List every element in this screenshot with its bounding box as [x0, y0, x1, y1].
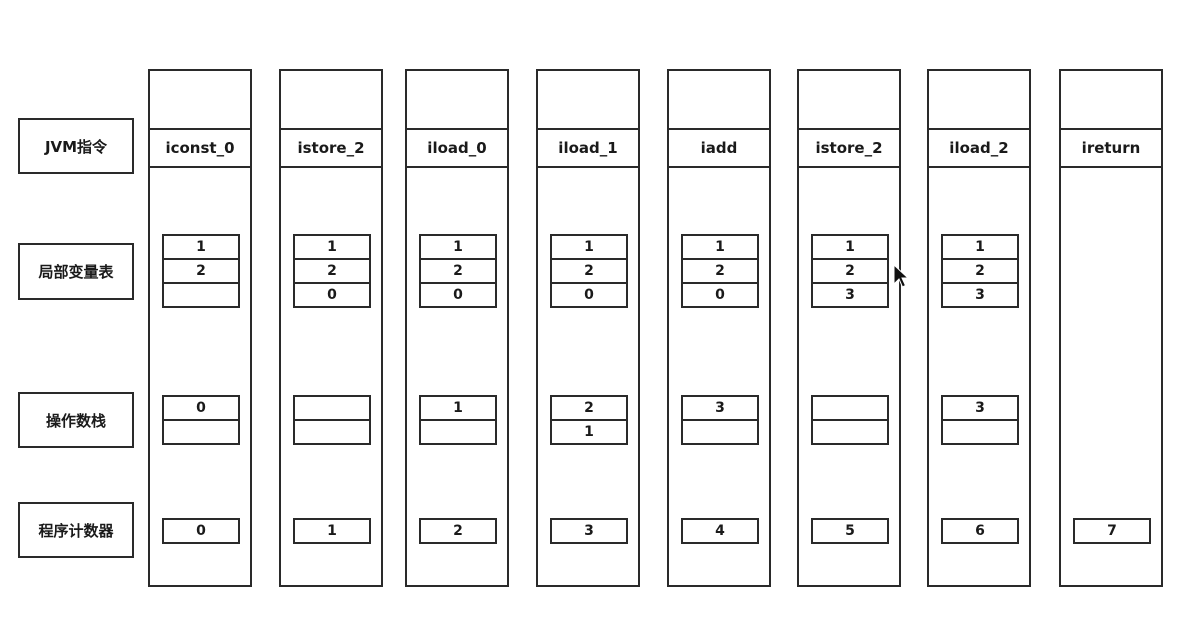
step-column: ireturn 7 — [1059, 69, 1163, 587]
local-variable-slot: 0 — [419, 282, 497, 308]
operand-stack: 21 — [550, 395, 628, 445]
operand-stack: 3 — [681, 395, 759, 445]
local-variable-table: 120 — [550, 234, 628, 308]
local-variable-table: 12 — [162, 234, 240, 308]
program-counter: 5 — [811, 518, 889, 544]
program-counter: 0 — [162, 518, 240, 544]
program-counter-value: 5 — [811, 518, 889, 544]
step-column: iload_2 1 2 3 3 6 — [927, 69, 1031, 587]
operand-stack — [293, 395, 371, 445]
operand-stack-slot — [811, 395, 889, 421]
label-jvm-instruction: JVM指令 — [18, 118, 134, 174]
operand-stack-slot — [681, 419, 759, 445]
operand-stack-slot: 3 — [941, 395, 1019, 421]
instruction-cell: iload_0 — [405, 128, 509, 168]
local-variable-slot: 1 — [550, 234, 628, 260]
local-variable-slot: 1 — [419, 234, 497, 260]
operand-stack-slot: 0 — [162, 395, 240, 421]
operand-stack-slot: 1 — [550, 419, 628, 445]
local-variable-slot: 2 — [550, 258, 628, 284]
operand-stack-slot — [293, 419, 371, 445]
instruction-cell: iconst_0 — [148, 128, 252, 168]
label-program-counter: 程序计数器 — [18, 502, 134, 558]
program-counter-value: 2 — [419, 518, 497, 544]
operand-stack-slot: 2 — [550, 395, 628, 421]
operand-stack: 0 — [162, 395, 240, 445]
program-counter: 6 — [941, 518, 1019, 544]
local-variable-slot: 1 — [941, 234, 1019, 260]
mouse-cursor-icon — [893, 264, 909, 288]
instruction-cell: iadd — [667, 128, 771, 168]
local-variable-slot: 2 — [811, 258, 889, 284]
operand-stack-slot — [419, 419, 497, 445]
local-variable-slot — [162, 282, 240, 308]
step-column: iadd 1 2 0 3 4 — [667, 69, 771, 587]
instruction-cell: iload_2 — [927, 128, 1031, 168]
local-variable-slot: 1 — [293, 234, 371, 260]
local-variable-table: 123 — [811, 234, 889, 308]
program-counter-value: 1 — [293, 518, 371, 544]
label-operand-stack: 操作数栈 — [18, 392, 134, 448]
program-counter-value: 7 — [1073, 518, 1151, 544]
local-variable-slot: 2 — [419, 258, 497, 284]
local-variable-slot: 2 — [162, 258, 240, 284]
local-variable-table: 120 — [293, 234, 371, 308]
program-counter: 1 — [293, 518, 371, 544]
operand-stack-slot: 3 — [681, 395, 759, 421]
operand-stack-slot — [811, 419, 889, 445]
local-variable-slot: 2 — [941, 258, 1019, 284]
operand-stack-slot — [941, 419, 1019, 445]
local-variable-slot: 1 — [162, 234, 240, 260]
program-counter-value: 3 — [550, 518, 628, 544]
operand-stack-slot — [162, 419, 240, 445]
step-column: istore_2 1 2 0 1 — [279, 69, 383, 587]
step-column: istore_2 1 2 3 5 — [797, 69, 901, 587]
operand-stack-slot — [293, 395, 371, 421]
operand-stack: 1 — [419, 395, 497, 445]
instruction-cell: istore_2 — [797, 128, 901, 168]
step-column: iload_0 1 2 0 1 2 — [405, 69, 509, 587]
local-variable-slot: 0 — [293, 282, 371, 308]
label-local-variable-table: 局部变量表 — [18, 243, 134, 300]
step-column: iconst_0 1 2 0 0 — [148, 69, 252, 587]
program-counter-value: 0 — [162, 518, 240, 544]
local-variable-slot: 1 — [681, 234, 759, 260]
local-variable-table: 123 — [941, 234, 1019, 308]
local-variable-slot: 2 — [293, 258, 371, 284]
local-variable-slot: 3 — [941, 282, 1019, 308]
operand-stack — [811, 395, 889, 445]
local-variable-slot: 3 — [811, 282, 889, 308]
local-variable-slot: 0 — [550, 282, 628, 308]
local-variable-table: 120 — [419, 234, 497, 308]
operand-stack: 3 — [941, 395, 1019, 445]
local-variable-slot: 1 — [811, 234, 889, 260]
local-variable-slot: 0 — [681, 282, 759, 308]
operand-stack-slot: 1 — [419, 395, 497, 421]
program-counter-value: 6 — [941, 518, 1019, 544]
program-counter: 2 — [419, 518, 497, 544]
instruction-cell: iload_1 — [536, 128, 640, 168]
instruction-cell: ireturn — [1059, 128, 1163, 168]
program-counter: 4 — [681, 518, 759, 544]
instruction-cell: istore_2 — [279, 128, 383, 168]
local-variable-table: 120 — [681, 234, 759, 308]
local-variable-slot: 2 — [681, 258, 759, 284]
step-column: iload_1 1 2 0 2 1 3 — [536, 69, 640, 587]
program-counter: 7 — [1073, 518, 1151, 544]
program-counter: 3 — [550, 518, 628, 544]
program-counter-value: 4 — [681, 518, 759, 544]
